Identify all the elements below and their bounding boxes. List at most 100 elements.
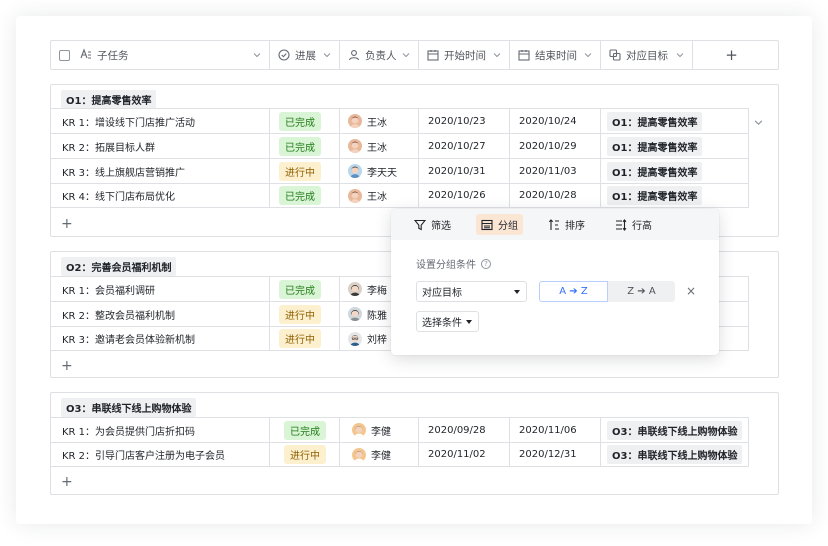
progress-cell[interactable]: 进行中 [270, 327, 340, 350]
group-field-value: 对应目标 [422, 288, 462, 299]
plus-icon: + [725, 46, 738, 64]
group-field-select[interactable]: 对应目标 [416, 281, 527, 302]
task-cell[interactable]: KR 1：增设线下门店推广活动 [51, 109, 270, 133]
column-owner[interactable]: 负责人 [340, 41, 419, 69]
task-cell[interactable]: KR 2：引导门店客户注册为电子会员 [51, 443, 270, 466]
objective-cell[interactable]: O3：串联线下线上购物体验 [601, 418, 749, 442]
objective-cell[interactable]: O1：提高零售效率 [601, 134, 749, 158]
start-date-cell[interactable]: 2020/11/02 [419, 443, 510, 466]
task-cell[interactable]: KR 1：为会员提供门店折扣码 [51, 418, 270, 442]
remove-condition-icon[interactable]: × [686, 285, 696, 297]
progress-cell[interactable]: 已完成 [270, 184, 340, 207]
tab-filter-label: 筛选 [431, 221, 451, 232]
objective-cell[interactable]: O1：提高零售效率 [601, 159, 749, 183]
help-icon[interactable]: ? [481, 258, 491, 269]
chevron-down-icon[interactable] [754, 118, 763, 127]
table-row[interactable]: KR 4：线下门店布局优化 已完成 王冰 2020/10/26 2020/10/… [51, 183, 749, 208]
owner-cell[interactable]: 李天天 [340, 159, 419, 183]
progress-cell[interactable]: 进行中 [270, 302, 340, 326]
owner-cell[interactable]: 王冰 [340, 184, 419, 207]
owner-name: 李健 [371, 451, 391, 462]
task-cell[interactable]: KR 3：邀请老会员体验新机制 [51, 327, 270, 350]
add-condition-select[interactable]: 选择条件 [416, 311, 479, 332]
end-date-cell[interactable]: 2020/11/06 [510, 418, 601, 442]
chevron-down-icon[interactable] [676, 51, 684, 59]
tab-sort[interactable]: 排序 [543, 214, 590, 235]
owner-cell[interactable]: 李健 [340, 418, 419, 442]
column-end[interactable]: 结束时间 [510, 41, 601, 69]
sort-desc-button[interactable]: Z ➔ A [608, 281, 675, 302]
start-date-cell[interactable]: 2020/10/23 [419, 109, 510, 133]
select-all-checkbox[interactable] [59, 49, 70, 61]
group-title: O1：提高零售效率 [61, 90, 157, 109]
start-date-cell[interactable]: 2020/10/27 [419, 134, 510, 158]
end-date-cell[interactable]: 2020/10/28 [510, 184, 601, 207]
group-header[interactable]: O3：串联线下线上购物体验 [51, 393, 778, 418]
chevron-down-icon[interactable] [402, 51, 410, 59]
progress-cell[interactable]: 已完成 [270, 418, 340, 442]
calendar-icon [518, 50, 530, 61]
column-objective-label: 对应目标 [626, 49, 668, 62]
table-row[interactable]: KR 3：线上旗舰店营销推广 进行中 李天天 2020/10/31 2020/1… [51, 158, 749, 183]
chevron-down-icon[interactable] [493, 51, 501, 59]
avatar [348, 114, 362, 128]
column-end-label: 结束时间 [535, 49, 577, 62]
owner-name: 王冰 [367, 117, 387, 129]
progress-cell[interactable]: 已完成 [270, 134, 340, 158]
progress-cell[interactable]: 已完成 [270, 277, 340, 301]
column-task[interactable]: 子任务 [51, 41, 270, 69]
owner-cell[interactable]: 王冰 [340, 109, 419, 133]
objective-cell[interactable]: O3：串联线下线上购物体验 [601, 443, 749, 466]
column-start[interactable]: 开始时间 [419, 41, 510, 69]
avatar [352, 423, 366, 437]
status-badge: 已完成 [279, 111, 321, 131]
table-row[interactable]: KR 2：拓展目标人群 已完成 王冰 2020/10/27 2020/10/29… [51, 133, 749, 158]
chevron-down-icon[interactable] [323, 51, 331, 59]
column-objective[interactable]: 对应目标 [601, 41, 693, 69]
avatar [348, 139, 362, 153]
end-date-cell[interactable]: 2020/10/24 [510, 109, 601, 133]
status-badge: 已完成 [279, 136, 321, 156]
chevron-down-icon[interactable] [584, 51, 592, 59]
add-row-button[interactable]: + [61, 359, 73, 373]
task-cell[interactable]: KR 2：整改会员福利机制 [51, 302, 270, 326]
add-row-button[interactable]: + [61, 475, 73, 489]
column-task-label: 子任务 [97, 49, 129, 62]
objective-tag: O3：串联线下线上购物体验 [607, 420, 743, 440]
table-row[interactable]: KR 1：为会员提供门店折扣码 已完成 李健 2020/09/28 2020/1… [51, 417, 749, 442]
tab-group[interactable]: 分组 [476, 214, 523, 235]
task-cell[interactable]: KR 4：线下门店布局优化 [51, 184, 270, 207]
task-cell[interactable]: KR 3：线上旗舰店营销推广 [51, 159, 270, 183]
group-header[interactable]: O1：提高零售效率 [51, 85, 778, 110]
table-row[interactable]: KR 1：增设线下门店推广活动 已完成 王冰 2020/10/23 2020/1… [51, 108, 749, 133]
add-row-button[interactable]: + [61, 217, 73, 231]
objective-cell[interactable]: O1：提高零售效率 [601, 184, 749, 207]
sort-asc-button[interactable]: A ➔ Z [539, 281, 608, 302]
task-cell[interactable]: KR 2：拓展目标人群 [51, 134, 270, 158]
chevron-down-icon[interactable] [253, 51, 261, 59]
end-date-cell[interactable]: 2020/11/03 [510, 159, 601, 183]
table-row[interactable]: KR 2：引导门店客户注册为电子会员 进行中 李健 2020/11/02 202… [51, 442, 749, 467]
progress-cell[interactable]: 进行中 [270, 443, 340, 466]
tab-group-label: 分组 [498, 221, 518, 232]
objective-cell[interactable]: O1：提高零售效率 [601, 109, 749, 133]
progress-cell[interactable]: 进行中 [270, 159, 340, 183]
owner-cell[interactable]: 王冰 [340, 134, 419, 158]
group-icon [481, 219, 493, 230]
start-date-cell[interactable]: 2020/10/31 [419, 159, 510, 183]
tab-sort-label: 排序 [565, 221, 585, 232]
start-date-cell[interactable]: 2020/10/26 [419, 184, 510, 207]
add-column-button[interactable]: + [693, 41, 770, 69]
column-progress[interactable]: 进展 [270, 41, 340, 69]
owner-cell[interactable]: 李健 [340, 443, 419, 466]
tab-filter[interactable]: 筛选 [409, 214, 456, 235]
link-record-icon [609, 49, 621, 61]
end-date-cell[interactable]: 2020/12/31 [510, 443, 601, 466]
progress-cell[interactable]: 已完成 [270, 109, 340, 133]
column-start-label: 开始时间 [444, 49, 486, 62]
start-date-cell[interactable]: 2020/09/28 [419, 418, 510, 442]
task-cell[interactable]: KR 1：会员福利调研 [51, 277, 270, 301]
tab-row-height[interactable]: 行高 [610, 214, 657, 235]
avatar [348, 164, 362, 178]
end-date-cell[interactable]: 2020/10/29 [510, 134, 601, 158]
